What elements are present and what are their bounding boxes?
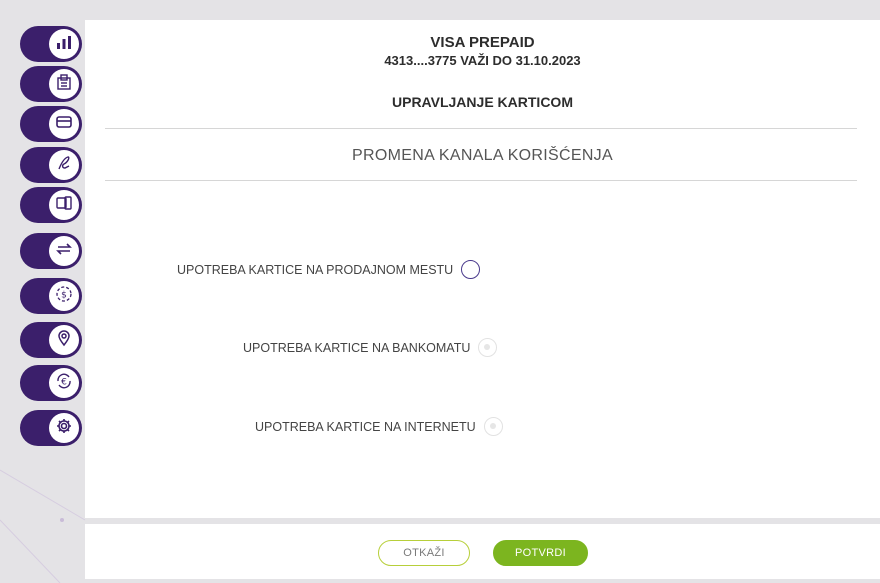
confirm-button[interactable]: POTVRDI: [493, 540, 588, 566]
option-label: UPOTREBA KARTICE NA BANKOMATU: [243, 340, 471, 355]
gear-icon: [55, 417, 73, 440]
location-pin-icon: [55, 329, 73, 352]
divider: [105, 180, 857, 181]
sidebar: $ €: [0, 0, 90, 583]
card-icon: [55, 113, 73, 136]
option-pos: UPOTREBA KARTICE NA PRODAJNOM MESTU: [177, 260, 481, 279]
sidebar-item-exchange[interactable]: €: [20, 365, 82, 401]
bar-chart-icon: [55, 33, 73, 56]
sidebar-item-devices[interactable]: [20, 187, 82, 223]
transfer-icon: [55, 240, 73, 263]
card-number-validity: 4313....3775 VAŽI DO 31.10.2023: [384, 53, 581, 68]
svg-text:€: €: [61, 377, 67, 387]
option-internet: UPOTREBA KARTICE NA INTERNETU: [255, 417, 503, 436]
sidebar-item-settings[interactable]: [20, 410, 82, 446]
sidebar-item-transfers[interactable]: [20, 233, 82, 269]
sidebar-item-documents[interactable]: [20, 66, 82, 102]
devices-icon: [55, 194, 73, 217]
option-label: UPOTREBA KARTICE NA INTERNETU: [255, 419, 476, 434]
sidebar-item-payments[interactable]: $: [20, 278, 82, 314]
internet-radio[interactable]: [483, 417, 503, 436]
sidebar-item-accounts[interactable]: [20, 26, 82, 62]
card-name: VISA PREPAID: [430, 34, 535, 51]
option-atm: UPOTREBA KARTICE NA BANKOMATU: [243, 338, 498, 357]
section-title: UPRAVLJANJE KARTICOM: [392, 94, 573, 110]
atm-radio[interactable]: [478, 338, 498, 357]
option-label: UPOTREBA KARTICE NA PRODAJNOM MESTU: [177, 262, 454, 277]
cancel-button[interactable]: OTKAŽI: [378, 540, 470, 566]
dollar-cycle-icon: $: [55, 285, 73, 308]
svg-text:$: $: [61, 290, 67, 300]
pos-radio[interactable]: [461, 260, 481, 279]
page-subtitle: PROMENA KANALA KORIŠĆENJA: [352, 147, 613, 164]
divider: [105, 128, 857, 129]
euro-exchange-icon: €: [55, 372, 73, 395]
signature-icon: [55, 154, 73, 177]
documents-icon: [55, 73, 73, 96]
sidebar-item-cards[interactable]: [20, 106, 82, 142]
sidebar-item-locations[interactable]: [20, 322, 82, 358]
sidebar-item-signature[interactable]: [20, 147, 82, 183]
card-management-panel: VISA PREPAID 4313....3775 VAŽI DO 31.10.…: [85, 20, 880, 518]
footer-bar: OTKAŽI POTVRDI: [85, 524, 880, 579]
